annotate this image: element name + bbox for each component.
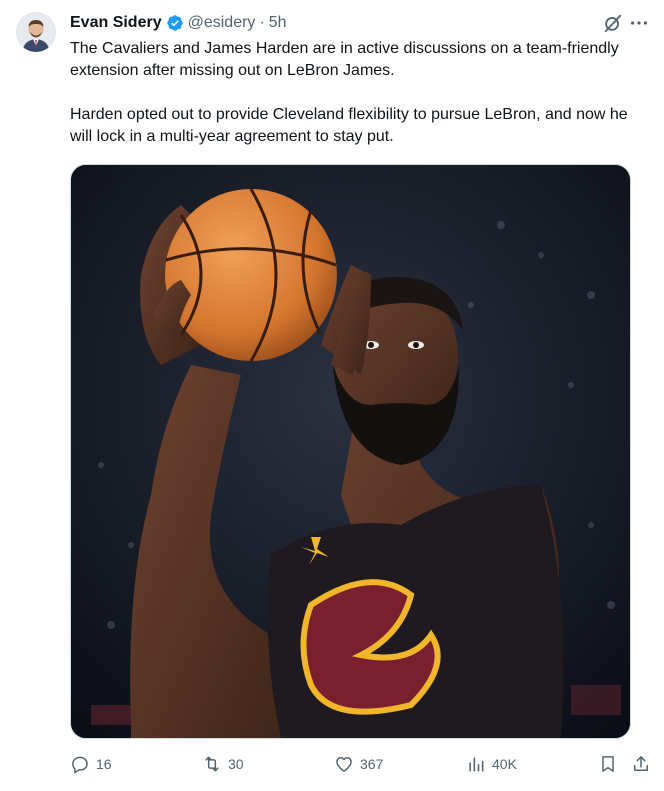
tweet-actions: 16 30 367 40K bbox=[70, 752, 650, 776]
like-count: 367 bbox=[360, 756, 384, 772]
tweet-timestamp[interactable]: 5h bbox=[269, 14, 287, 32]
photo-illustration bbox=[71, 165, 630, 738]
retweet-button[interactable]: 30 bbox=[202, 752, 244, 776]
tweet-text: The Cavaliers and James Harden are in ac… bbox=[70, 38, 640, 148]
author-name[interactable]: Evan Sidery bbox=[70, 14, 162, 32]
like-button[interactable]: 367 bbox=[334, 752, 383, 776]
tweet-paragraph-1: The Cavaliers and James Harden are in ac… bbox=[70, 40, 619, 79]
tweet-header: Evan Sidery @esidery · 5h bbox=[70, 12, 287, 34]
grok-icon[interactable] bbox=[602, 12, 624, 34]
author-handle[interactable]: @esidery bbox=[188, 14, 256, 32]
share-button[interactable] bbox=[631, 752, 651, 776]
bookmark-button[interactable] bbox=[598, 752, 618, 776]
like-icon bbox=[336, 757, 352, 772]
retweet-icon bbox=[205, 756, 219, 772]
tweet-card[interactable]: Evan Sidery @esidery · 5h The Cavaliers … bbox=[0, 0, 664, 791]
reply-count: 16 bbox=[96, 756, 112, 772]
reply-button[interactable]: 16 bbox=[70, 752, 112, 776]
author-avatar[interactable] bbox=[16, 12, 56, 52]
bookmark-icon bbox=[602, 756, 614, 772]
tweet-paragraph-2: Harden opted out to provide Cleveland fl… bbox=[70, 106, 628, 145]
views-icon bbox=[469, 757, 484, 772]
more-icon[interactable] bbox=[628, 12, 650, 34]
retweet-count: 30 bbox=[228, 756, 244, 772]
share-icon bbox=[634, 756, 648, 771]
view-count: 40K bbox=[492, 756, 517, 772]
views-button[interactable]: 40K bbox=[466, 752, 517, 776]
verified-badge-icon[interactable] bbox=[166, 14, 184, 32]
tweet-photo[interactable] bbox=[70, 164, 631, 739]
separator-dot: · bbox=[259, 14, 265, 31]
reply-icon bbox=[72, 756, 88, 774]
